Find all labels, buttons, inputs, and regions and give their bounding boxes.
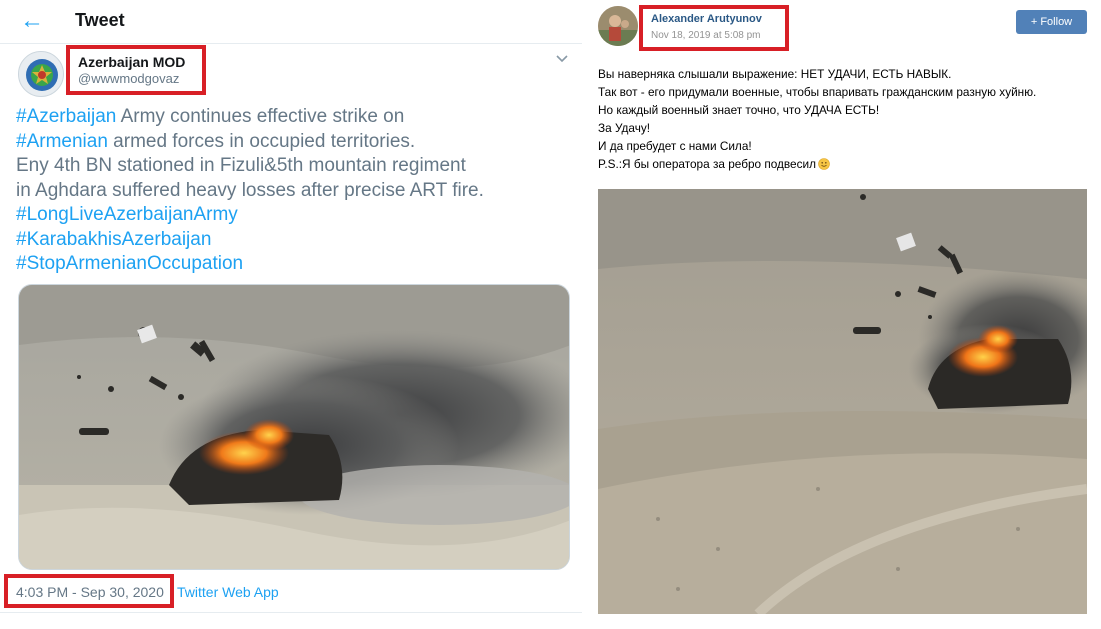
tweet-text: #Azerbaijan Army continues effective str… <box>16 105 576 277</box>
tweet-text-span: Eny 4th BN stationed in Fizuli&5th mount… <box>16 155 466 176</box>
tweet-panel: ← Tweet Azerbaijan MOD @wwwmodgovaz #Aze… <box>0 0 582 629</box>
post-image[interactable] <box>598 189 1087 614</box>
hashtag-link[interactable]: #Armenian <box>16 131 108 152</box>
hashtag-link[interactable]: #KarabakhisAzerbaijan <box>16 229 211 250</box>
tweet-text-span: Army continues effective strike on <box>116 106 405 127</box>
post-text-line: Так вот - его придумали военные, чтобы в… <box>598 85 1037 99</box>
follow-button[interactable]: + Follow <box>1016 10 1087 34</box>
divider <box>0 612 582 613</box>
hashtag-link[interactable]: #StopArmenianOccupation <box>16 253 243 274</box>
vk-post-panel: Alexander Arutyunov Nov 18, 2019 at 5:08… <box>590 0 1101 629</box>
tweet-text-line: in Aghdara suffered heavy losses after p… <box>16 179 576 204</box>
tweet-header: ← Tweet <box>0 0 582 44</box>
author-highlight: Alexander Arutyunov Nov 18, 2019 at 5:08… <box>639 5 789 51</box>
tweet-text-span: in Aghdara suffered heavy losses after p… <box>16 179 484 201</box>
timestamp-highlight: 4:03 PM - Sep 30, 2020 <box>4 574 174 608</box>
avatar[interactable] <box>18 51 64 97</box>
back-arrow-icon[interactable]: ← <box>20 8 44 34</box>
hashtag-link[interactable]: #LongLiveAzerbaijanArmy <box>16 204 238 225</box>
avatar[interactable] <box>598 6 638 46</box>
page-title: Tweet <box>75 10 125 30</box>
tweet-text-line: #Armenian armed forces in occupied terri… <box>16 130 576 155</box>
tweet-text-line: #KarabakhisAzerbaijan <box>16 228 576 253</box>
author-name[interactable]: Azerbaijan MOD <box>78 54 185 70</box>
tweet-image[interactable] <box>18 284 570 570</box>
chevron-down-icon[interactable] <box>555 54 569 64</box>
post-text-line: За Удачу! <box>598 121 651 135</box>
smile-icon <box>818 158 830 170</box>
tweet-text-span: armed forces in occupied territories. <box>107 130 416 152</box>
author-name[interactable]: Alexander Arutyunov <box>651 13 762 25</box>
post-text-line: Вы наверняка слышали выражение: НЕТ УДАЧ… <box>598 67 952 81</box>
hashtag-link[interactable]: #Azerbaijan <box>16 106 116 127</box>
tweet-source-link[interactable]: Twitter Web App <box>177 584 279 600</box>
post-text-line-wrap: P.S.:Я бы оператора за ребро подвесил <box>598 155 1098 173</box>
tweet-text-line: #StopArmenianOccupation <box>16 252 576 277</box>
post-text-line: P.S.:Я бы оператора за ребро подвесил <box>598 157 816 171</box>
tweet-text-line: Eny 4th BN stationed in Fizuli&5th mount… <box>16 154 576 179</box>
tweet-text-line: #Azerbaijan Army continues effective str… <box>16 105 576 130</box>
post-text: Вы наверняка слышали выражение: НЕТ УДАЧ… <box>598 65 1098 173</box>
post-text-line: Но каждый военный знает точно, что УДАЧА… <box>598 103 880 117</box>
tweet-timestamp[interactable]: 4:03 PM - Sep 30, 2020 <box>16 584 164 600</box>
author-handle[interactable]: @wwwmodgovaz <box>78 71 179 86</box>
post-text-line: И да пребудет с нами Сила! <box>598 139 752 153</box>
author-highlight: Azerbaijan MOD @wwwmodgovaz <box>66 45 206 95</box>
tweet-text-line: #LongLiveAzerbaijanArmy <box>16 203 576 228</box>
post-date[interactable]: Nov 18, 2019 at 5:08 pm <box>651 30 761 41</box>
